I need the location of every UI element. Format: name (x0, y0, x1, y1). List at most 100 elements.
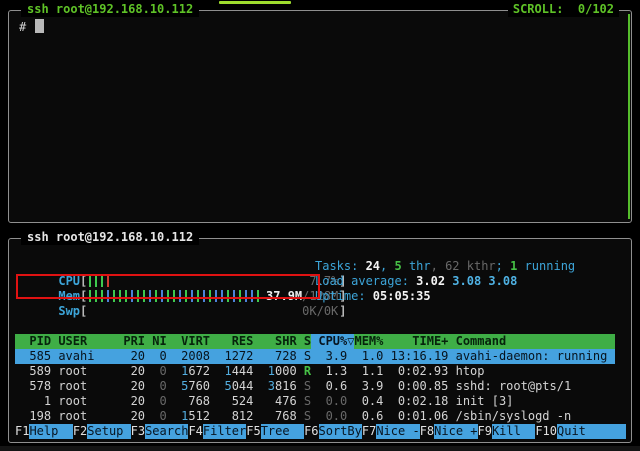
shr: 1000 (253, 364, 296, 379)
fkey-sortby[interactable]: F6SortBy (304, 424, 362, 439)
fkey-help[interactable]: F1Help (15, 424, 73, 439)
shr: 728 (253, 349, 296, 364)
fkey-key: F3 (131, 424, 145, 439)
fkey-label: Nice + (434, 424, 477, 439)
column-header-mem[interactable]: MEM% (354, 334, 383, 349)
time: 0:01.06 (383, 409, 448, 424)
process-table-header: PIDUSERPRINIVIRTRESSHRSCPU%▽MEM%TIME+Com… (15, 334, 615, 349)
cpu-pct: 0.6 (311, 379, 347, 394)
load-label: Load average: (315, 274, 416, 288)
time: 13:16.19 (383, 349, 448, 364)
thread-count: 5 (394, 259, 401, 273)
process-row[interactable]: 578root200576050443816S0.63.90:00.85sshd… (15, 379, 615, 394)
state: S (297, 349, 311, 364)
virt: 1512 (167, 409, 210, 424)
column-header-res[interactable]: RES (210, 334, 253, 349)
htop-tabs: MainI/O (15, 319, 626, 334)
user: root (51, 394, 123, 409)
mem-meter-row: Mem[37.9M/128M] Load average: 3.02 3.08 … (15, 274, 626, 289)
fkey-setup[interactable]: F2Setup (73, 424, 131, 439)
state: R (297, 364, 311, 379)
shr: 768 (253, 409, 296, 424)
cursor-block (35, 19, 44, 33)
virt: 768 (167, 394, 210, 409)
fkey-nice-plus[interactable]: F8Nice + (420, 424, 478, 439)
video-progress-artifact (219, 1, 291, 4)
mem-pct: 0.6 (354, 409, 383, 424)
column-header-command[interactable]: Command (448, 334, 506, 349)
command: avahi-daemon: running (448, 349, 607, 364)
fkey-tree[interactable]: F5Tree (246, 424, 304, 439)
column-header-cpu-sorted[interactable]: CPU% (311, 334, 347, 349)
time: 0:00.85 (383, 379, 448, 394)
swp-meter-row: Swp[0K/0K] Uptime: 05:05:35 (15, 289, 626, 304)
process-row[interactable]: 589root200167214441000R1.31.10:02.93htop (15, 364, 615, 379)
htop-screen: CPU[7.7%] Tasks: 24, 5 thr, 62 kthr; 1 r… (10, 240, 630, 441)
column-header-ni[interactable]: NI (145, 334, 167, 349)
uptime-label: Uptime: (315, 289, 373, 303)
pid: 1 (15, 394, 51, 409)
tasks-label: Tasks: (315, 259, 366, 273)
column-header-pid[interactable]: PID (15, 334, 51, 349)
fkey-search[interactable]: F3Search (131, 424, 189, 439)
pri: 20 (123, 379, 145, 394)
tmux-pane-htop[interactable]: ssh root@192.168.10.112 CPU[7.7%] Tasks:… (8, 238, 632, 443)
video-chrome-artifact (0, 446, 640, 451)
tasks-count: 24 (366, 259, 380, 273)
state: S (297, 409, 311, 424)
virt: 2008 (167, 349, 210, 364)
running-label: running (517, 259, 575, 273)
scroll-indicator: SCROLL: 0/102 (508, 2, 619, 17)
spacer-row (15, 246, 626, 259)
fkey-key: F6 (304, 424, 318, 439)
shell-prompt: # (19, 20, 26, 34)
uptime-line: Uptime: 05:05:35 (315, 289, 431, 304)
cpu-pct: 1.3 (311, 364, 347, 379)
fkey-label: Kill (492, 424, 535, 439)
user: root (51, 364, 123, 379)
pid: 589 (15, 364, 51, 379)
separator: , (380, 259, 394, 273)
load-5min: 3.08 (452, 274, 488, 288)
fkey-nice-minus[interactable]: F7Nice - (362, 424, 420, 439)
fkey-label: Setup (87, 424, 130, 439)
fkey-quit[interactable]: F10Quit (535, 424, 626, 439)
uptime-value: 05:05:35 (373, 289, 431, 303)
column-header-pri[interactable]: PRI (123, 334, 145, 349)
copy-mode-scrollbar[interactable] (628, 14, 630, 219)
time: 0:02.18 (383, 394, 448, 409)
time: 0:02.93 (383, 364, 448, 379)
fkey-filter[interactable]: F4Filter (188, 424, 246, 439)
column-header-virt[interactable]: VIRT (167, 334, 210, 349)
shr: 476 (253, 394, 296, 409)
column-header-time[interactable]: TIME+ (383, 334, 448, 349)
fkey-key: F10 (535, 424, 557, 439)
fkey-key: F2 (73, 424, 87, 439)
tmux-pane-shell[interactable]: ssh root@192.168.10.112 SCROLL: 0/102 # (8, 10, 632, 223)
mem-pct: 1.1 (354, 364, 383, 379)
process-row[interactable]: 198root2001512812768S0.00.60:01.06/sbin/… (15, 409, 615, 424)
fkey-label: SortBy (319, 424, 362, 439)
process-row[interactable]: 1root200768524476S0.00.40:02.18init [3] (15, 394, 615, 409)
command: /sbin/syslogd -n (448, 409, 571, 424)
res: 1272 (210, 349, 253, 364)
column-header-shr[interactable]: SHR (253, 334, 296, 349)
process-row-selected[interactable]: 585avahi20020081272728S3.91.013:16.19ava… (15, 349, 615, 364)
cpu-pct: 0.0 (311, 394, 347, 409)
fkey-key: F7 (362, 424, 376, 439)
load-15min: 3.08 (488, 274, 517, 288)
column-header-s[interactable]: S (297, 334, 311, 349)
command: sshd: root@pts/1 (448, 379, 571, 394)
cpu-pct: 0.0 (311, 409, 347, 424)
column-header-user[interactable]: USER (51, 334, 123, 349)
pane-title-top: ssh root@192.168.10.112 (21, 2, 199, 17)
user: avahi (51, 349, 123, 364)
pid: 578 (15, 379, 51, 394)
separator: ; (496, 259, 510, 273)
fkey-kill[interactable]: F9Kill (478, 424, 536, 439)
res: 5044 (210, 379, 253, 394)
ni: 0 (145, 394, 167, 409)
cpu-meter-row: CPU[7.7%] Tasks: 24, 5 thr, 62 kthr; 1 r… (15, 259, 626, 274)
user: root (51, 409, 123, 424)
fkey-key: F8 (420, 424, 434, 439)
